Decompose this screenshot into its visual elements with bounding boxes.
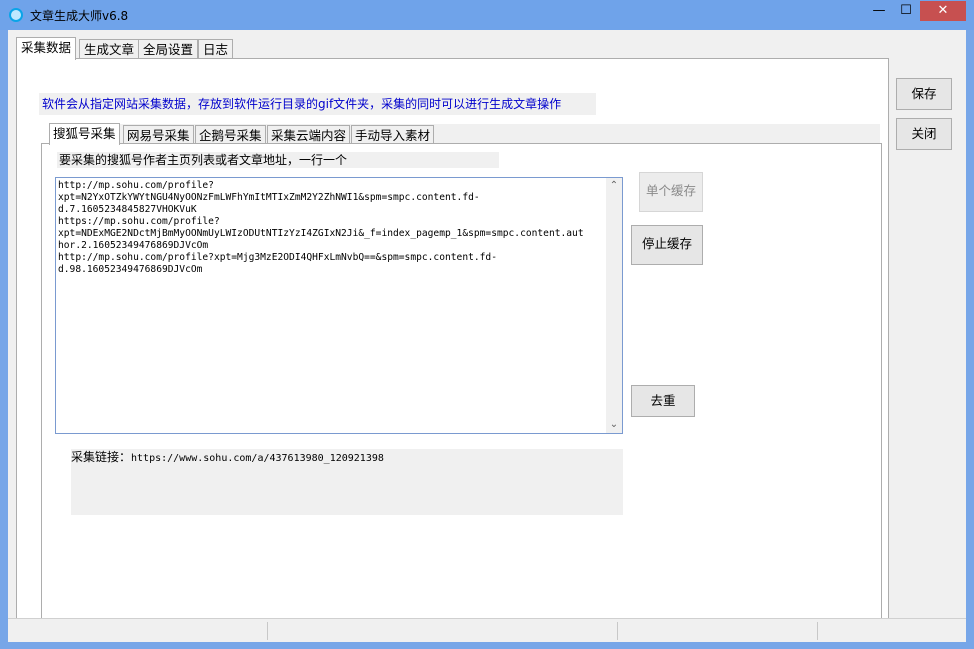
collect-link-url: https://www.sohu.com/a/437613980_1209213… xyxy=(131,453,384,464)
collect-status-line: 采集链接：https://www.sohu.com/a/437613980_12… xyxy=(71,449,384,467)
chevron-down-icon[interactable]: ⌄ xyxy=(606,417,622,433)
tab-generate-article[interactable]: 生成文章 xyxy=(79,39,140,59)
collect-status-box: 采集链接：https://www.sohu.com/a/437613980_12… xyxy=(71,449,623,515)
tab-collect-data[interactable]: 采集数据 xyxy=(16,37,77,60)
close-window-button[interactable]: ✕ xyxy=(920,1,966,21)
collect-link-label: 采集链接： xyxy=(71,450,132,464)
status-divider xyxy=(817,622,818,640)
url-list-scrollbar[interactable]: ⌃ ⌄ xyxy=(606,178,622,433)
source-tabs: 搜狐号采集 网易号采集 企鹅号采集 采集云端内容 手动导入素材 xyxy=(49,123,880,145)
tab-penguin-collect[interactable]: 企鹅号采集 xyxy=(195,125,266,145)
info-text: 软件会从指定网站采集数据，存放到软件运行目录的gif文件夹，采集的同时可以进行生… xyxy=(39,93,596,115)
tab-log[interactable]: 日志 xyxy=(198,39,234,59)
status-divider xyxy=(267,622,268,640)
url-list-box: http://mp.sohu.com/profile? xpt=N2YxOTZk… xyxy=(55,177,623,434)
chevron-up-icon[interactable]: ⌃ xyxy=(606,178,622,194)
url-list-textarea[interactable]: http://mp.sohu.com/profile? xpt=N2YxOTZk… xyxy=(58,180,603,430)
window-title: 文章生成大师v6.8 xyxy=(30,9,129,23)
status-bar xyxy=(8,618,966,642)
stop-cache-button[interactable]: 停止缓存 xyxy=(631,225,703,265)
collect-data-panel: 软件会从指定网站采集数据，存放到软件运行目录的gif文件夹，采集的同时可以进行生… xyxy=(16,58,889,640)
status-divider xyxy=(617,622,618,640)
client-area: 采集数据 生成文章 全局设置 日志 软件会从指定网站采集数据，存放到软件运行目录… xyxy=(8,30,966,642)
title-bar[interactable]: 文章生成大师v6.8 — ☐ ✕ xyxy=(0,0,974,30)
tab-netease-collect[interactable]: 网易号采集 xyxy=(123,125,194,145)
tab-manual-import[interactable]: 手动导入素材 xyxy=(351,125,435,145)
save-button[interactable]: 保存 xyxy=(896,78,952,110)
single-cache-button[interactable]: 单个缓存 xyxy=(639,172,703,212)
app-window: 文章生成大师v6.8 — ☐ ✕ 采集数据 生成文章 全局设置 日志 软件会从指… xyxy=(0,0,974,649)
app-circle-icon xyxy=(9,8,23,22)
url-list-hint: 要采集的搜狐号作者主页列表或者文章地址，一行一个 xyxy=(57,152,499,168)
dedup-button[interactable]: 去重 xyxy=(631,385,695,417)
tab-cloud-content[interactable]: 采集云端内容 xyxy=(267,125,351,145)
tab-sohu-collect[interactable]: 搜狐号采集 xyxy=(49,123,120,145)
maximize-button[interactable]: ☐ xyxy=(893,1,919,21)
close-button[interactable]: 关闭 xyxy=(896,118,952,150)
tab-global-settings[interactable]: 全局设置 xyxy=(138,39,199,59)
minimize-button[interactable]: — xyxy=(866,1,892,21)
